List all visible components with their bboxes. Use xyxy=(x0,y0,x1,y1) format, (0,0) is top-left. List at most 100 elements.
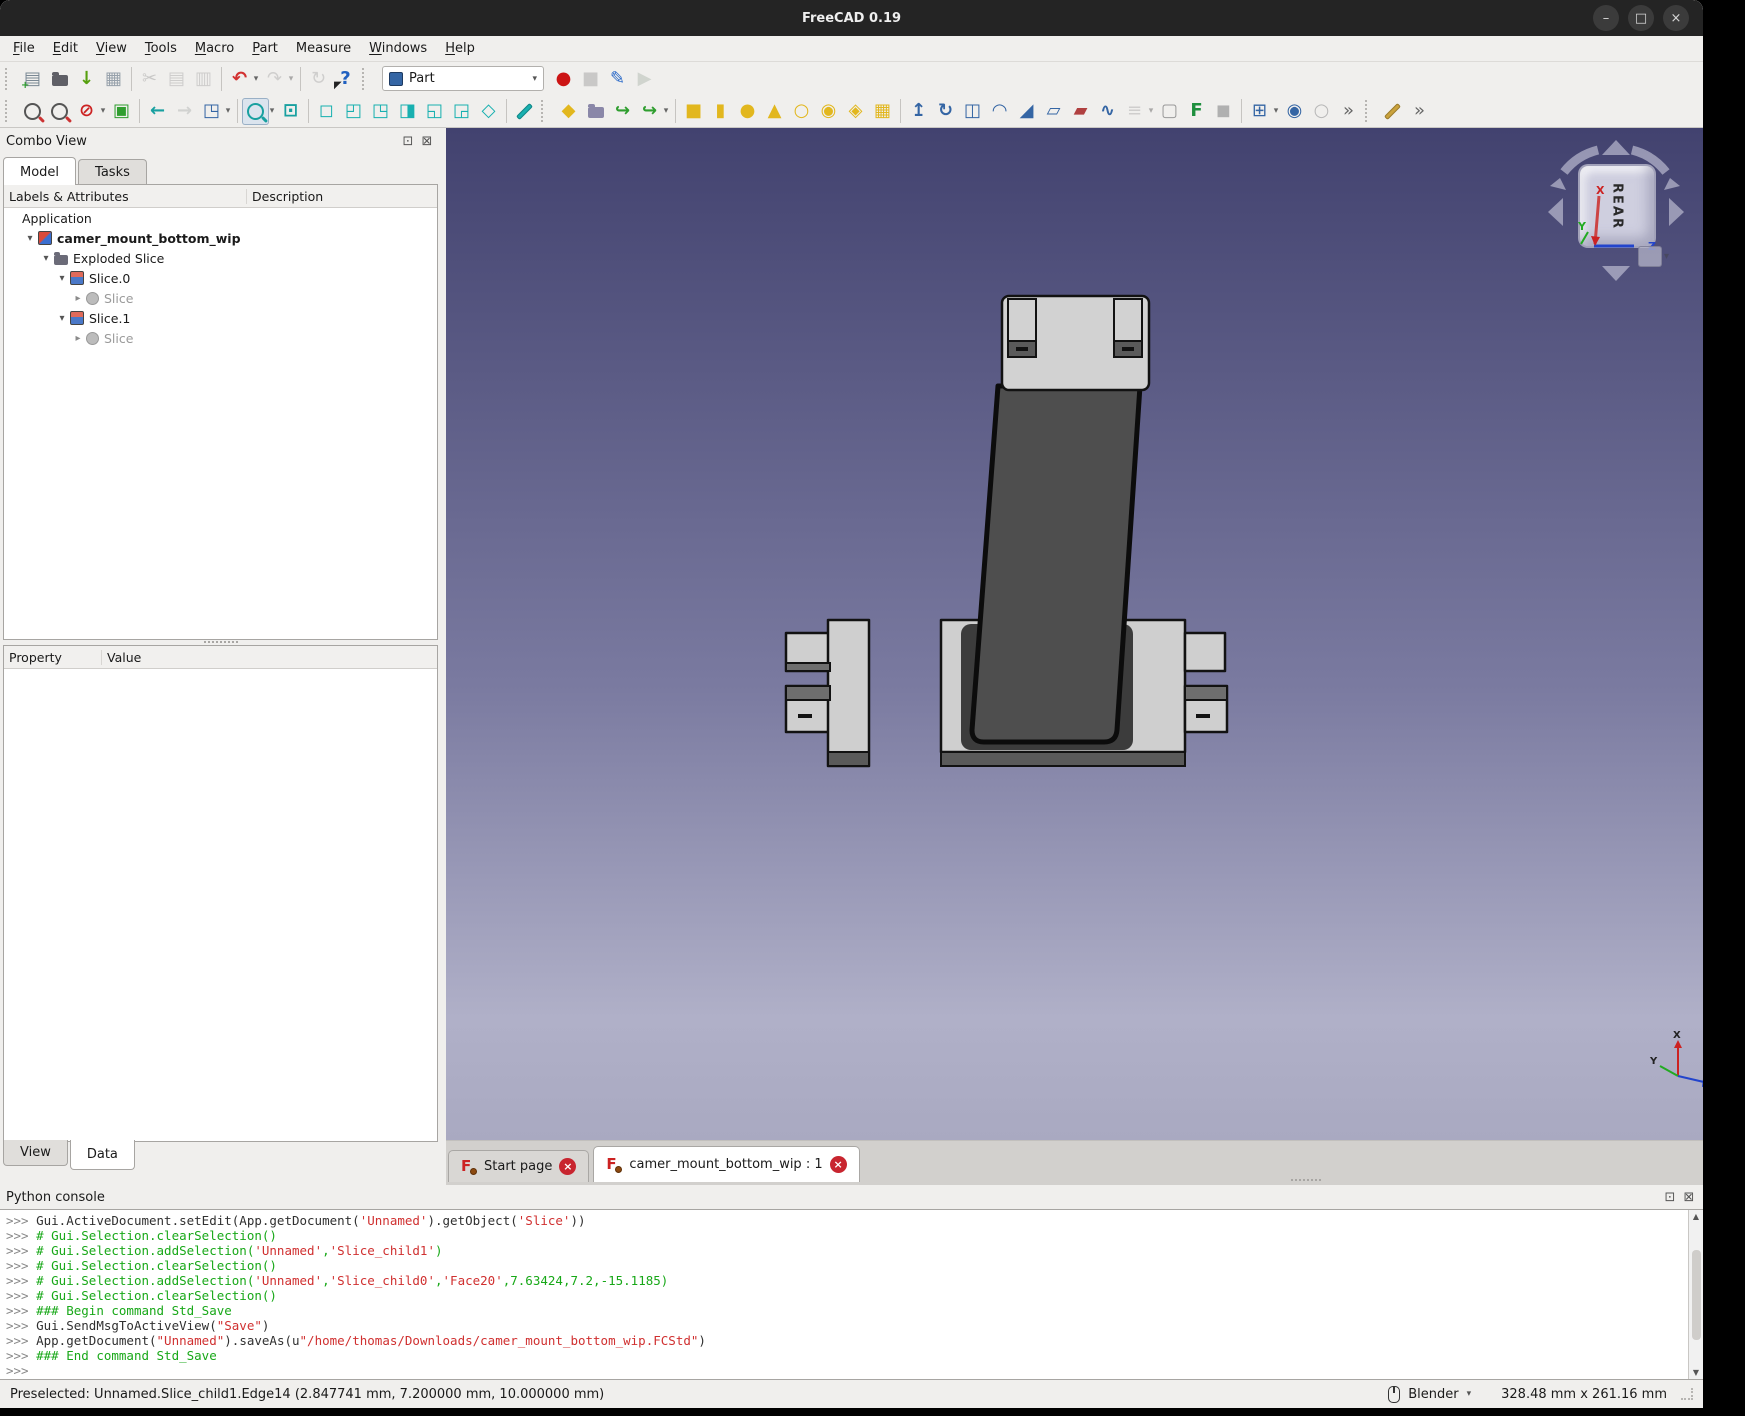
undo-icon[interactable]: ↶ xyxy=(226,65,253,92)
resize-grip[interactable] xyxy=(1681,1388,1693,1400)
python-console[interactable]: >>> Gui.ActiveDocument.setEdit(App.getDo… xyxy=(0,1209,1703,1380)
box-zoom-icon[interactable]: ▣ xyxy=(108,98,135,125)
workbench-selector[interactable]: Part▾ xyxy=(382,66,544,91)
part-offset-dropdown-icon[interactable]: ▾ xyxy=(1146,106,1156,116)
part-offset-icon[interactable]: ≡ xyxy=(1121,98,1148,125)
part-group-icon[interactable] xyxy=(582,98,609,125)
tree-item-application[interactable]: Application xyxy=(4,208,437,228)
menu-edit[interactable]: Edit xyxy=(44,38,87,59)
tree-item-slice[interactable]: ▸Slice xyxy=(4,328,437,348)
part-boolean-union-icon[interactable]: ◉ xyxy=(1281,98,1308,125)
expander-icon[interactable]: ▸ xyxy=(72,293,84,304)
view-axonometric-icon[interactable]: ◇ xyxy=(475,98,502,125)
part-chamfer-icon[interactable]: ◢ xyxy=(1013,98,1040,125)
toolbar-overflow-2-icon[interactable]: » xyxy=(1406,98,1433,125)
tab-close-icon[interactable]: × xyxy=(830,1156,847,1173)
navcube-arrow-right[interactable] xyxy=(1669,198,1684,226)
macro-edit-icon[interactable]: ✎ xyxy=(604,65,631,92)
column-property[interactable]: Property xyxy=(4,650,102,665)
tree-item-exploded-slice[interactable]: ▾Exploded Slice xyxy=(4,248,437,268)
macro-stop-icon[interactable]: ■ xyxy=(577,65,604,92)
copy-icon[interactable]: ▤ xyxy=(163,65,190,92)
view-bottom-icon[interactable]: ◱ xyxy=(421,98,448,125)
scrollbar-thumb[interactable] xyxy=(1692,1250,1701,1340)
minimize-button[interactable]: – xyxy=(1593,5,1619,31)
redo-dropdown-icon[interactable]: ▾ xyxy=(286,74,296,84)
navcube-body[interactable]: REAR xyxy=(1578,164,1656,248)
redo-icon[interactable]: ↷ xyxy=(261,65,288,92)
menu-windows[interactable]: Windows xyxy=(360,38,436,59)
column-value[interactable]: Value xyxy=(102,650,437,665)
scroll-down-icon[interactable]: ▼ xyxy=(1693,1368,1699,1377)
part-revolve-icon[interactable]: ↻ xyxy=(932,98,959,125)
panel-close-icon[interactable]: ⊠ xyxy=(1681,1189,1697,1205)
part-box-icon[interactable]: ■ xyxy=(680,98,707,125)
expander-icon[interactable]: ▾ xyxy=(24,233,36,244)
part-torus-icon[interactable]: ○ xyxy=(788,98,815,125)
menu-view[interactable]: View xyxy=(87,38,136,59)
view-rear-icon[interactable]: ◨ xyxy=(394,98,421,125)
menu-tools[interactable]: Tools xyxy=(136,38,186,59)
toolbar-grip[interactable] xyxy=(5,100,14,122)
tab-model[interactable]: Model xyxy=(3,157,76,185)
menu-help[interactable]: Help xyxy=(436,38,484,59)
part-compound-icon[interactable]: ⊞ xyxy=(1246,98,1273,125)
menu-part[interactable]: Part xyxy=(243,38,287,59)
view-right-icon[interactable]: ◳ xyxy=(367,98,394,125)
tab-view[interactable]: View xyxy=(3,1140,68,1166)
part-import-export-icon[interactable]: ↪ xyxy=(636,98,663,125)
expander-icon[interactable]: ▾ xyxy=(56,313,68,324)
view-isometric-icon[interactable]: ⊡ xyxy=(277,98,304,125)
panel-float-icon[interactable]: ⊡ xyxy=(1662,1189,1678,1205)
macro-play-icon[interactable]: ▶ xyxy=(631,65,658,92)
part-shapes-icon[interactable]: ◆ xyxy=(555,98,582,125)
close-button[interactable]: × xyxy=(1663,5,1689,31)
maximize-button[interactable]: □ xyxy=(1628,5,1654,31)
linked-view-icon[interactable]: ◳ xyxy=(198,98,225,125)
tab-tasks[interactable]: Tasks xyxy=(78,159,147,185)
navcube-face-label[interactable]: REAR xyxy=(1610,183,1625,230)
menu-file[interactable]: File xyxy=(4,38,44,59)
part-cone-icon[interactable]: ▲ xyxy=(761,98,788,125)
cad-model[interactable] xyxy=(446,128,1703,1140)
refresh-icon[interactable]: ↻ xyxy=(305,65,332,92)
navcube-menu-caret[interactable]: ▾ xyxy=(1664,251,1669,262)
part-tube-icon[interactable]: ◉ xyxy=(815,98,842,125)
panel-splitter[interactable] xyxy=(3,638,438,645)
panel-close-icon[interactable]: ⊠ xyxy=(419,133,435,149)
menu-macro[interactable]: Macro xyxy=(186,38,243,59)
open-document-icon[interactable] xyxy=(46,65,73,92)
console-splitter[interactable] xyxy=(1291,1179,1321,1181)
tab-close-icon[interactable]: × xyxy=(559,1158,576,1175)
whats-this-icon[interactable]: ?◤ xyxy=(332,65,359,92)
part-cylinder-icon[interactable]: ▮ xyxy=(707,98,734,125)
part-thickness-icon[interactable]: ▢ xyxy=(1156,98,1183,125)
tree-item-slice-0[interactable]: ▾Slice.0 xyxy=(4,268,437,288)
measure-toggle-icon[interactable] xyxy=(511,98,538,125)
nav-forward-icon[interactable]: → xyxy=(171,98,198,125)
column-description[interactable]: Description xyxy=(247,189,437,204)
part-mirror-icon[interactable]: ◫ xyxy=(959,98,986,125)
toolbar-grip[interactable] xyxy=(362,68,371,90)
part-loft-icon[interactable]: ▰ xyxy=(1067,98,1094,125)
navcube-arrow-up[interactable] xyxy=(1602,140,1630,155)
toolbar-grip[interactable] xyxy=(541,100,550,122)
save-document-icon[interactable]: ↓ xyxy=(73,65,100,92)
navigation-cube[interactable]: REAR X Y Z ▾ xyxy=(1536,138,1696,288)
part-projection-icon[interactable]: F xyxy=(1183,98,1210,125)
part-boolean-common-icon[interactable]: ○ xyxy=(1308,98,1335,125)
part-sweep-icon[interactable]: ∿ xyxy=(1094,98,1121,125)
3d-viewport[interactable]: REAR X Y Z ▾ X Y Z xyxy=(446,128,1703,1140)
panel-float-icon[interactable]: ⊡ xyxy=(400,133,416,149)
measure-linear-icon[interactable] xyxy=(1379,98,1406,125)
part-ruled-surface-icon[interactable]: ▱ xyxy=(1040,98,1067,125)
print-icon[interactable]: ▦ xyxy=(100,65,127,92)
view-front-icon[interactable]: ◻ xyxy=(313,98,340,125)
paste-icon[interactable]: ▥ xyxy=(190,65,217,92)
part-refine-shape-icon[interactable]: ◼ xyxy=(1210,98,1237,125)
expander-icon[interactable]: ▾ xyxy=(56,273,68,284)
fit-all-icon[interactable] xyxy=(19,98,46,125)
scroll-up-icon[interactable]: ▲ xyxy=(1693,1212,1699,1221)
nav-back-icon[interactable]: ← xyxy=(144,98,171,125)
tree-item-camer-mount-bottom-wip[interactable]: ▾camer_mount_bottom_wip xyxy=(4,228,437,248)
